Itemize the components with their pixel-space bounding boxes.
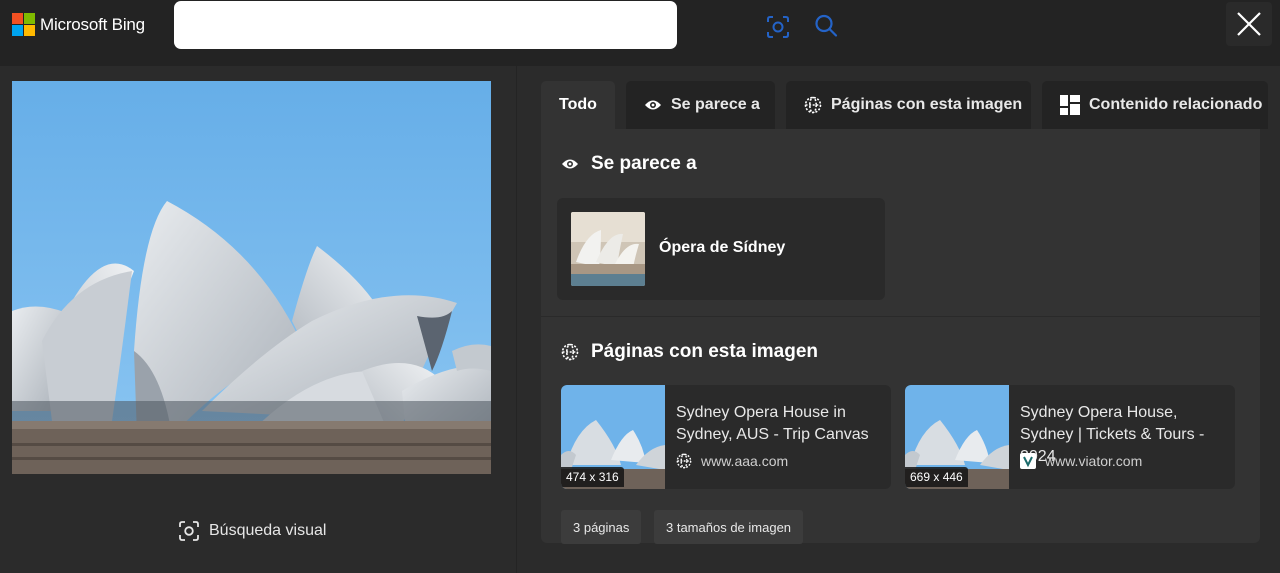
page-result-source: www.viator.com [1020, 453, 1142, 469]
similar-item-thumbnail [571, 212, 645, 286]
header-bar: Microsoft Bing [0, 0, 1280, 66]
visual-search-icon [179, 521, 199, 541]
logo-text: Microsoft Bing [40, 14, 145, 34]
tab-todo[interactable]: Todo [541, 81, 615, 129]
tab-paginas-con-esta-imagen[interactable]: Páginas con esta imagen [786, 81, 1031, 129]
similar-section-title: Se parece a [561, 153, 697, 175]
close-button[interactable] [1226, 2, 1272, 46]
search-icon[interactable] [813, 13, 839, 39]
close-icon [1237, 12, 1261, 36]
visual-search-label: Búsqueda visual [209, 522, 327, 539]
page-result-source: www.aaa.com [676, 453, 788, 469]
similar-item-label: Ópera de Sídney [659, 239, 786, 256]
page-result-card[interactable]: 669 x 446 Sydney Opera House, Sydney | T… [905, 385, 1235, 489]
grid-icon [1060, 95, 1080, 115]
pane-divider [516, 66, 517, 573]
globe-icon [804, 96, 822, 114]
image-size-badge: 474 x 316 [561, 467, 624, 487]
page-result-source-url: www.aaa.com [701, 453, 789, 469]
tab-paginas-label: Páginas con esta imagen [831, 96, 1023, 113]
page-result-source-url: www.viator.com [1045, 453, 1143, 469]
tab-se-parece-a[interactable]: Se parece a [626, 81, 775, 129]
search-input[interactable] [188, 11, 578, 39]
page-result-title: Sydney Opera House in Sydney, AUS - Trip… [676, 404, 869, 443]
visual-search-button[interactable]: Búsqueda visual [178, 520, 326, 542]
tab-contenido-label: Contenido relacionado [1089, 96, 1263, 113]
similar-item-card[interactable]: Ópera de Sídney [557, 198, 885, 300]
pages-section-title: Páginas con esta imagen [561, 341, 818, 363]
bing-logo[interactable]: Microsoft Bing [12, 13, 145, 36]
section-divider [541, 316, 1260, 317]
page-result-card[interactable]: 474 x 316 Sydney Opera House in Sydney, … [561, 385, 891, 489]
similar-section-title-text: Se parece a [591, 153, 697, 174]
visual-search-camera-icon[interactable] [765, 14, 791, 40]
chip-image-sizes[interactable]: 3 tamaños de imagen [654, 510, 804, 544]
tab-contenido-relacionado[interactable]: Contenido relacionado [1042, 81, 1268, 129]
tab-se-parece-a-label: Se parece a [671, 96, 760, 113]
page-result-thumbnail: 474 x 316 [561, 385, 665, 489]
viator-icon [1020, 453, 1036, 469]
eye-icon [644, 98, 662, 112]
chip-pages-count[interactable]: 3 páginas [561, 510, 642, 544]
image-size-badge: 669 x 446 [905, 467, 968, 487]
main-image-sydney-opera-house[interactable] [12, 81, 491, 474]
pages-section-title-text: Páginas con esta imagen [591, 341, 819, 362]
microsoft-logo-icon [12, 13, 35, 36]
globe-icon [676, 453, 692, 469]
page-result-thumbnail: 669 x 446 [905, 385, 1009, 489]
image-preview-pane: Búsqueda visual [0, 66, 516, 573]
tab-todo-label: Todo [559, 96, 597, 113]
eye-icon [561, 157, 579, 171]
search-box [174, 1, 838, 49]
globe-icon [561, 343, 579, 361]
